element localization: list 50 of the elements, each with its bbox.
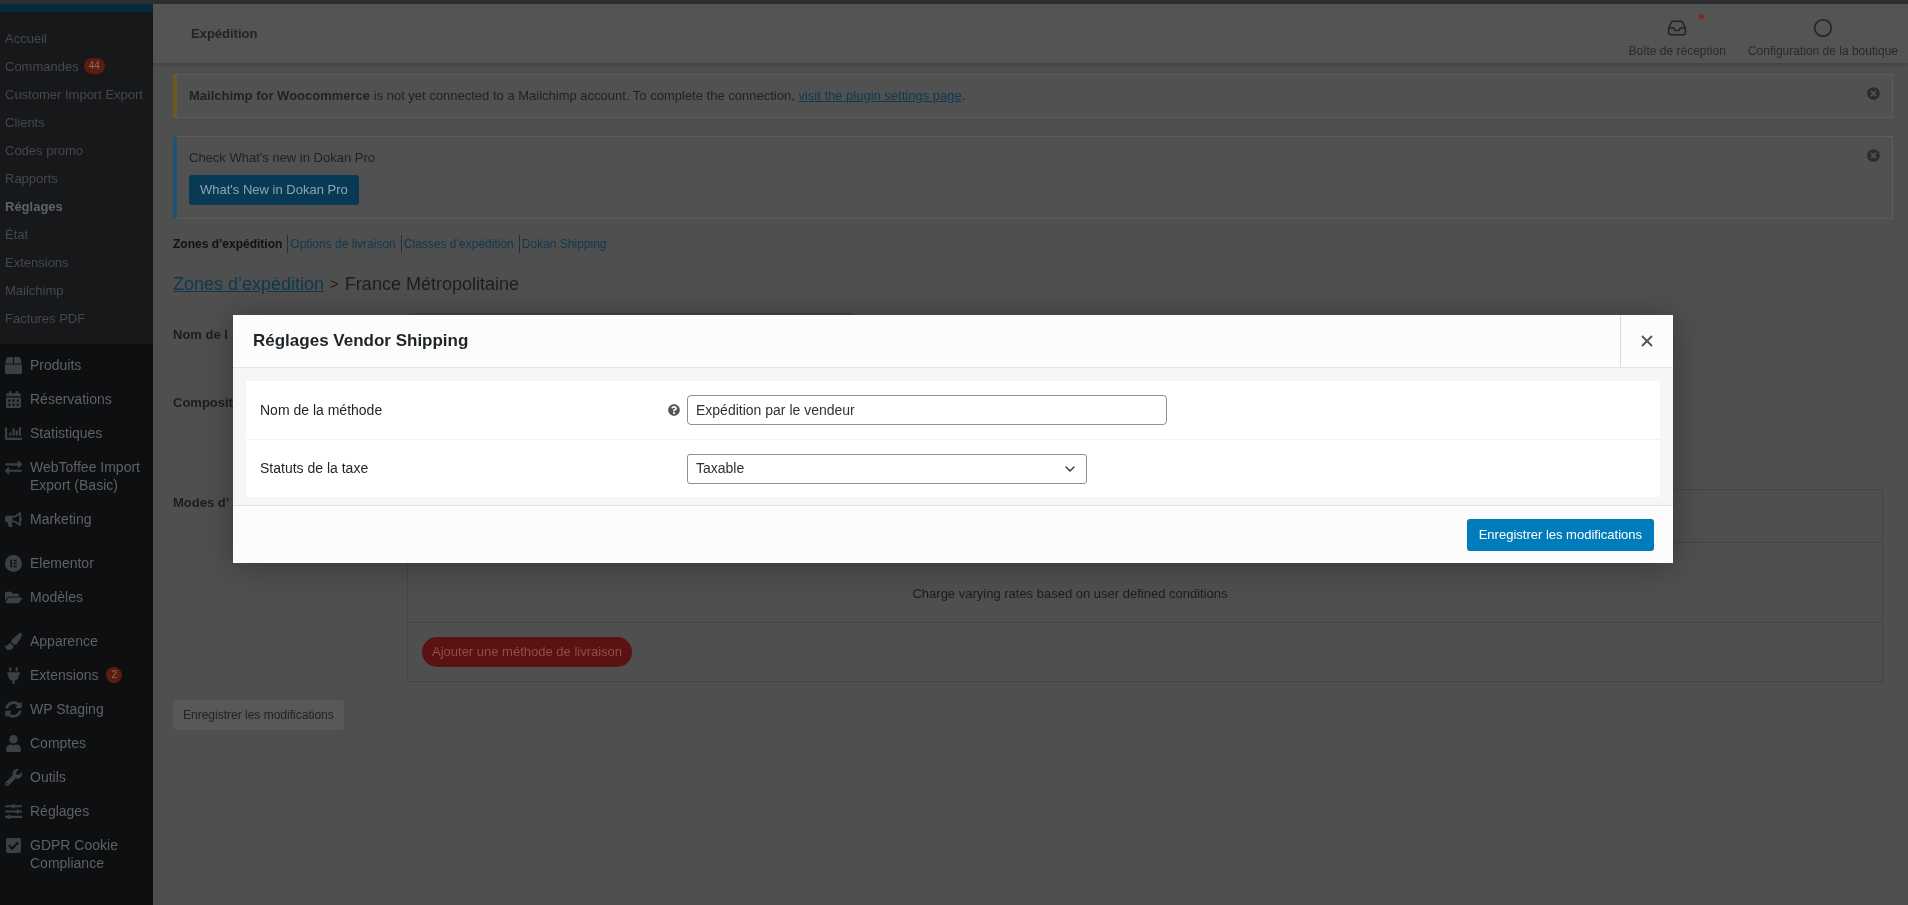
section-tab[interactable]: Options de livraison bbox=[290, 234, 396, 253]
dismiss-icon[interactable] bbox=[1867, 87, 1880, 100]
menu-item[interactable]: WP Staging bbox=[30, 700, 104, 718]
save-button[interactable]: Enregistrer les modifications bbox=[1466, 518, 1654, 551]
wrench-icon bbox=[5, 769, 22, 786]
dialog-title: Réglages Vendor Shipping bbox=[253, 330, 469, 353]
menu-item[interactable]: Outils bbox=[30, 768, 66, 786]
e-circle-icon bbox=[5, 555, 22, 572]
menu-item[interactable]: Elementor bbox=[30, 554, 94, 572]
calendar-icon bbox=[5, 391, 22, 408]
folder-icon bbox=[5, 589, 22, 606]
arrows-icon bbox=[5, 459, 22, 476]
menu-item[interactable]: Apparence bbox=[30, 632, 98, 650]
whats-new-button[interactable]: What's New in Dokan Pro bbox=[189, 175, 359, 205]
box-icon bbox=[5, 357, 22, 374]
menu-item[interactable]: Comptes bbox=[30, 734, 87, 752]
bar-chart-icon bbox=[5, 425, 22, 442]
menu-item[interactable]: Réservations bbox=[30, 390, 112, 408]
menu-item[interactable]: WebToffee Import Export (Basic) bbox=[30, 458, 148, 494]
section-tab[interactable]: Dokan Shipping bbox=[521, 234, 607, 253]
breadcrumb-link[interactable]: Zones d’expédition bbox=[173, 270, 325, 298]
menu-item[interactable]: Extensions bbox=[30, 666, 99, 684]
menu-item[interactable]: Modèles bbox=[30, 588, 83, 606]
submenu-item[interactable]: Réglages bbox=[5, 197, 63, 215]
method-name-field[interactable]: Expédition par le vendeur bbox=[687, 395, 1167, 425]
field-label: Nom de la méthode bbox=[259, 400, 384, 420]
plug-icon bbox=[5, 667, 22, 684]
dismiss-icon[interactable] bbox=[1867, 148, 1880, 162]
menu-item[interactable]: Produits bbox=[30, 356, 82, 374]
user-icon bbox=[5, 735, 22, 752]
tax-status-select[interactable]: Taxable bbox=[687, 453, 1087, 484]
megaphone-icon bbox=[5, 511, 22, 528]
menu-item[interactable]: Réglages bbox=[30, 802, 90, 820]
menu-item[interactable]: GDPR Cookie Compliance bbox=[30, 836, 148, 872]
section-tab[interactable]: Zones d’expédition bbox=[173, 234, 283, 253]
help-icon[interactable] bbox=[668, 404, 680, 416]
count-badge: 44 bbox=[83, 58, 105, 74]
field-label: Statuts de la taxe bbox=[259, 459, 370, 478]
paintbrush-icon bbox=[5, 633, 22, 650]
menu-item[interactable]: Statistiques bbox=[30, 424, 103, 442]
menu-item[interactable]: Marketing bbox=[30, 510, 92, 528]
section-tab[interactable]: Classes d’expédition bbox=[403, 234, 514, 253]
count-badge: 2 bbox=[106, 667, 123, 683]
refresh-icon bbox=[5, 701, 22, 718]
circle-icon bbox=[1812, 17, 1833, 38]
settings-link[interactable]: visit the plugin settings page bbox=[798, 88, 962, 103]
breadcrumb-separator: > bbox=[330, 273, 339, 294]
add-method-button[interactable]: Ajouter une méthode de livraison bbox=[422, 636, 633, 667]
checkbox-icon bbox=[5, 837, 22, 854]
sliders-icon bbox=[5, 803, 22, 820]
